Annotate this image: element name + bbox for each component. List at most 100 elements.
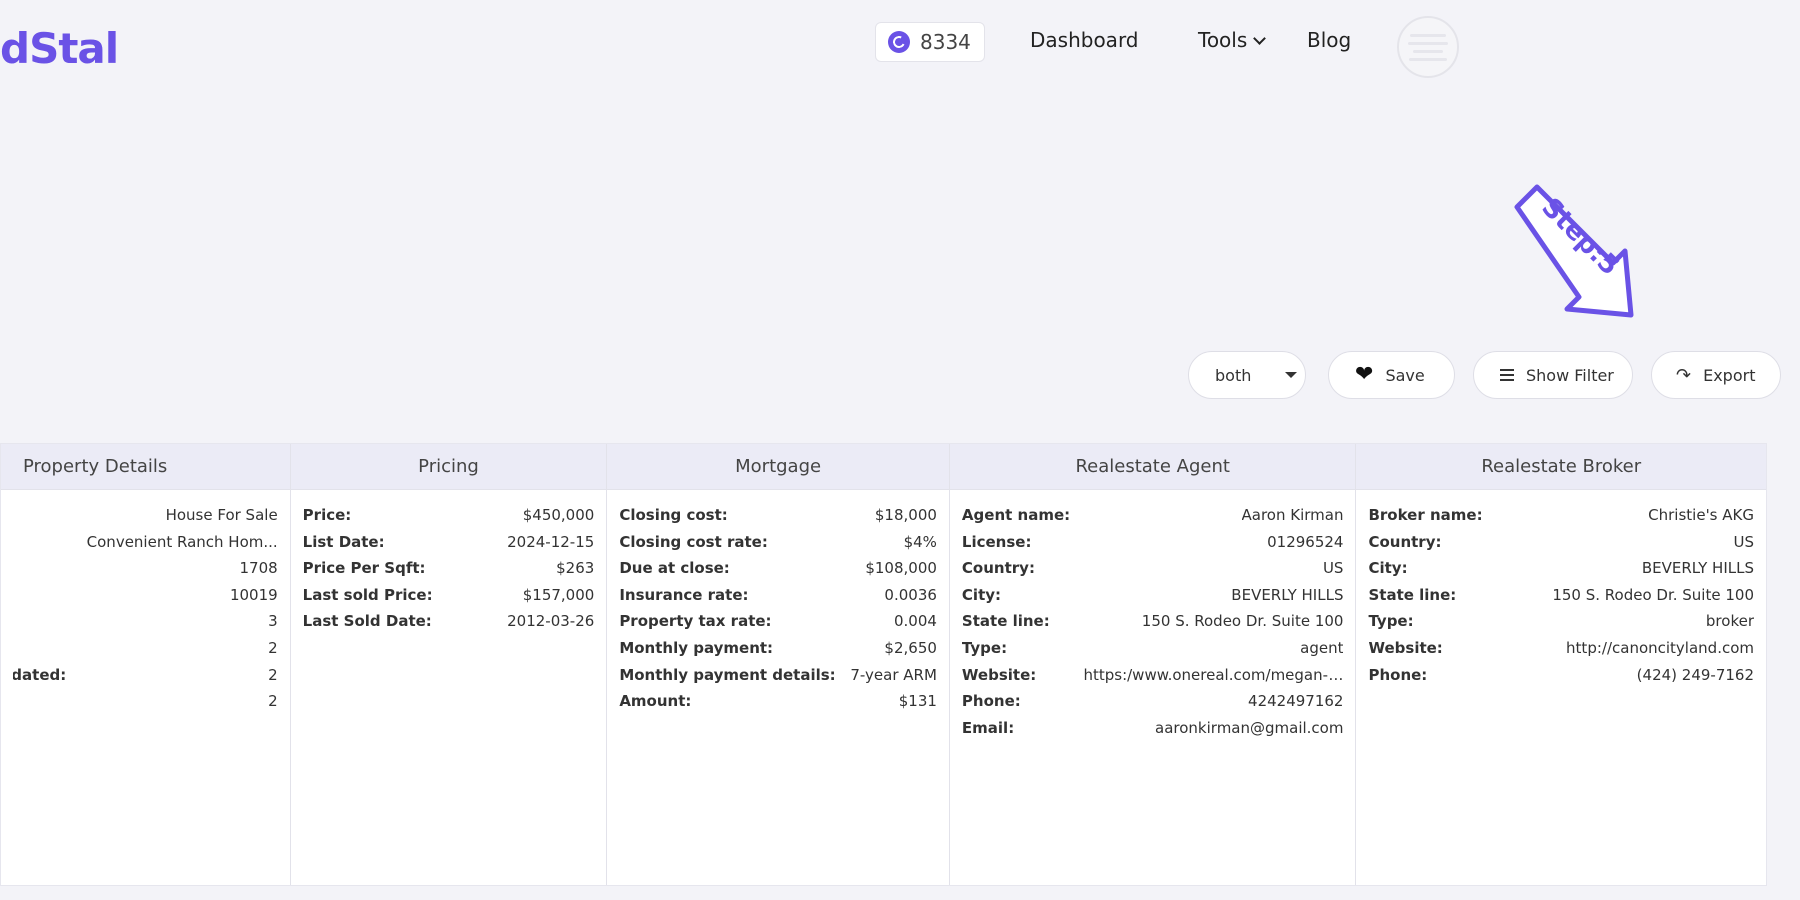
column-body: Price: $450,000 List Date: 2024-12-15 Price … xyxy=(291,490,607,647)
filter-lines-icon xyxy=(1500,369,1514,381)
row-value: $263 xyxy=(556,559,595,578)
row-value: agent xyxy=(1300,638,1344,657)
row-label: Country: xyxy=(961,559,1035,578)
user-avatar[interactable] xyxy=(1397,16,1459,78)
row-label: Closing cost: xyxy=(619,506,728,524)
row-label: State line: xyxy=(961,612,1050,631)
row-value: $2,650 xyxy=(884,638,937,657)
row-label: License: xyxy=(961,532,1032,551)
row-value: http://canoncityland.com xyxy=(1566,638,1754,657)
row-value: US xyxy=(1733,532,1754,551)
heart-icon: ❤ xyxy=(1355,362,1374,387)
column-header: Realestate Agent xyxy=(949,444,1356,490)
row-label: Due at close: xyxy=(619,559,730,578)
table-row: Insurance rate: 0.0036 xyxy=(619,582,937,609)
row-value: $18,000 xyxy=(874,506,937,524)
row-value: 2 xyxy=(268,665,278,684)
row-label: Monthly payment: xyxy=(619,638,774,657)
column-body: Closing cost: $18,000 Closing cost rate: $4… xyxy=(607,490,949,727)
row-value: 2012-03-26 xyxy=(507,612,595,631)
row-value: 01296524 xyxy=(1267,532,1344,551)
row-value: https:/www.onereal.com/megan-o... xyxy=(1083,665,1344,684)
save-button[interactable]: ❤ Save xyxy=(1328,351,1455,399)
nav-dashboard-link[interactable]: Dashboard xyxy=(1030,28,1139,52)
row-value: (424) 249-7162 xyxy=(1636,665,1754,684)
table-row: Property tax rate: 0.004 xyxy=(619,608,937,635)
row-value: 2 xyxy=(268,692,278,711)
column-header: Pricing xyxy=(290,444,607,490)
row-value: 4242497162 xyxy=(1248,692,1344,711)
property-table: Property Details House For Sale Convenien… xyxy=(0,443,1767,886)
row-value: $131 xyxy=(898,692,937,711)
table-row: Closing cost rate: $4% xyxy=(619,529,937,556)
row-value: 150 S. Rodeo Dr. Suite 100 xyxy=(1552,585,1754,604)
table-row: State line: 150 S. Rodeo Dr. Suite 100 xyxy=(1368,582,1754,609)
realestate-agent-column: Realestate Agent Agent name: Aaron Kirman… xyxy=(949,444,1357,885)
table-row: Broker name: Christie's AKG xyxy=(1368,502,1754,529)
table-row: Monthly payment details: 7-year ARM xyxy=(619,662,937,689)
row-label: Type: xyxy=(961,638,1008,657)
table-row: ildated: 2 xyxy=(13,662,278,689)
table-row: State line: 150 S. Rodeo Dr. Suite 100 xyxy=(962,608,1344,635)
row-label: Website: xyxy=(961,665,1037,684)
row-value: $108,000 xyxy=(865,559,937,578)
table-row: Phone: (424) 249-7162 xyxy=(1368,662,1754,689)
table-row: 1708 xyxy=(13,555,277,582)
export-button[interactable]: ↷ Export xyxy=(1651,351,1781,399)
row-label: Country: xyxy=(1368,532,1442,551)
row-value: House For Sale xyxy=(165,506,278,524)
row-label: Monthly payment details: xyxy=(619,665,836,684)
chevron-down-icon xyxy=(1253,31,1267,45)
table-row: Price: $450,000 xyxy=(303,502,595,529)
mode-select-value: both xyxy=(1215,365,1252,385)
column-header: Realestate Broker xyxy=(1356,444,1766,490)
row-label: City: xyxy=(1368,559,1408,578)
mortgage-column: Mortgage Closing cost: $18,000 Closing cos… xyxy=(607,444,950,885)
table-row: 3 xyxy=(13,608,278,635)
row-label: Phone: xyxy=(1368,665,1428,684)
row-label: City: xyxy=(961,585,1002,604)
row-value: $450,000 xyxy=(522,506,595,524)
row-label: Website: xyxy=(1368,638,1443,657)
table-row: 10019 xyxy=(13,582,278,609)
nav-tools-label: Tools xyxy=(1198,28,1248,52)
table-row: Closing cost: $18,000 xyxy=(619,502,937,529)
nav-tools-menu[interactable]: Tools xyxy=(1198,28,1267,52)
row-label: List Date: xyxy=(302,532,385,551)
table-row: City: BEVERLY HILLS xyxy=(962,582,1344,609)
row-value: Christie's AKG xyxy=(1648,506,1754,524)
table-row: House For Sale xyxy=(13,502,278,529)
table-row: Country: US xyxy=(1368,529,1754,556)
table-row: Monthly payment: $2,650 xyxy=(619,635,937,662)
realestate-broker-column: Realestate Broker Broker name: Christie's… xyxy=(1356,444,1766,885)
row-label: ildated: xyxy=(13,665,67,684)
credits-badge[interactable]: 8334 xyxy=(875,22,985,62)
table-row: Phone: 4242497162 xyxy=(962,688,1344,715)
column-body: Broker name: Christie's AKG Country: US City… xyxy=(1356,490,1766,700)
row-value: 0.0036 xyxy=(884,585,937,604)
nav-blog-link[interactable]: Blog xyxy=(1307,28,1351,52)
row-label: Property tax rate: xyxy=(619,612,772,631)
row-label: Last Sold Date: xyxy=(302,612,432,631)
row-value: aaronkirman@gmail.com xyxy=(1155,718,1344,737)
table-row: Country: US xyxy=(962,555,1344,582)
row-value: Aaron Kirman xyxy=(1241,506,1344,524)
export-label: Export xyxy=(1703,365,1756,385)
table-row: Last sold Price: $157,000 xyxy=(303,582,595,609)
app-logo[interactable]: dStal xyxy=(0,24,119,73)
row-value: US xyxy=(1322,559,1344,578)
row-value: 3 xyxy=(268,612,278,631)
row-value: 2 xyxy=(268,638,278,657)
row-value: 10019 xyxy=(229,585,278,604)
table-row: Amount: $131 xyxy=(619,688,937,715)
column-body: Agent name: Aaron Kirman License: 01296524 C… xyxy=(950,490,1356,753)
mode-select[interactable]: both xyxy=(1188,351,1306,399)
table-row: 2 xyxy=(13,635,278,662)
column-header: Mortgage xyxy=(607,444,949,490)
show-filter-button[interactable]: Show Filter xyxy=(1473,351,1633,399)
table-row: Due at close: $108,000 xyxy=(619,555,937,582)
row-label: State line: xyxy=(1368,585,1457,604)
credits-value: 8334 xyxy=(920,30,971,54)
table-row: List Date: 2024-12-15 xyxy=(303,529,595,556)
row-value: 2024-12-15 xyxy=(507,532,595,551)
